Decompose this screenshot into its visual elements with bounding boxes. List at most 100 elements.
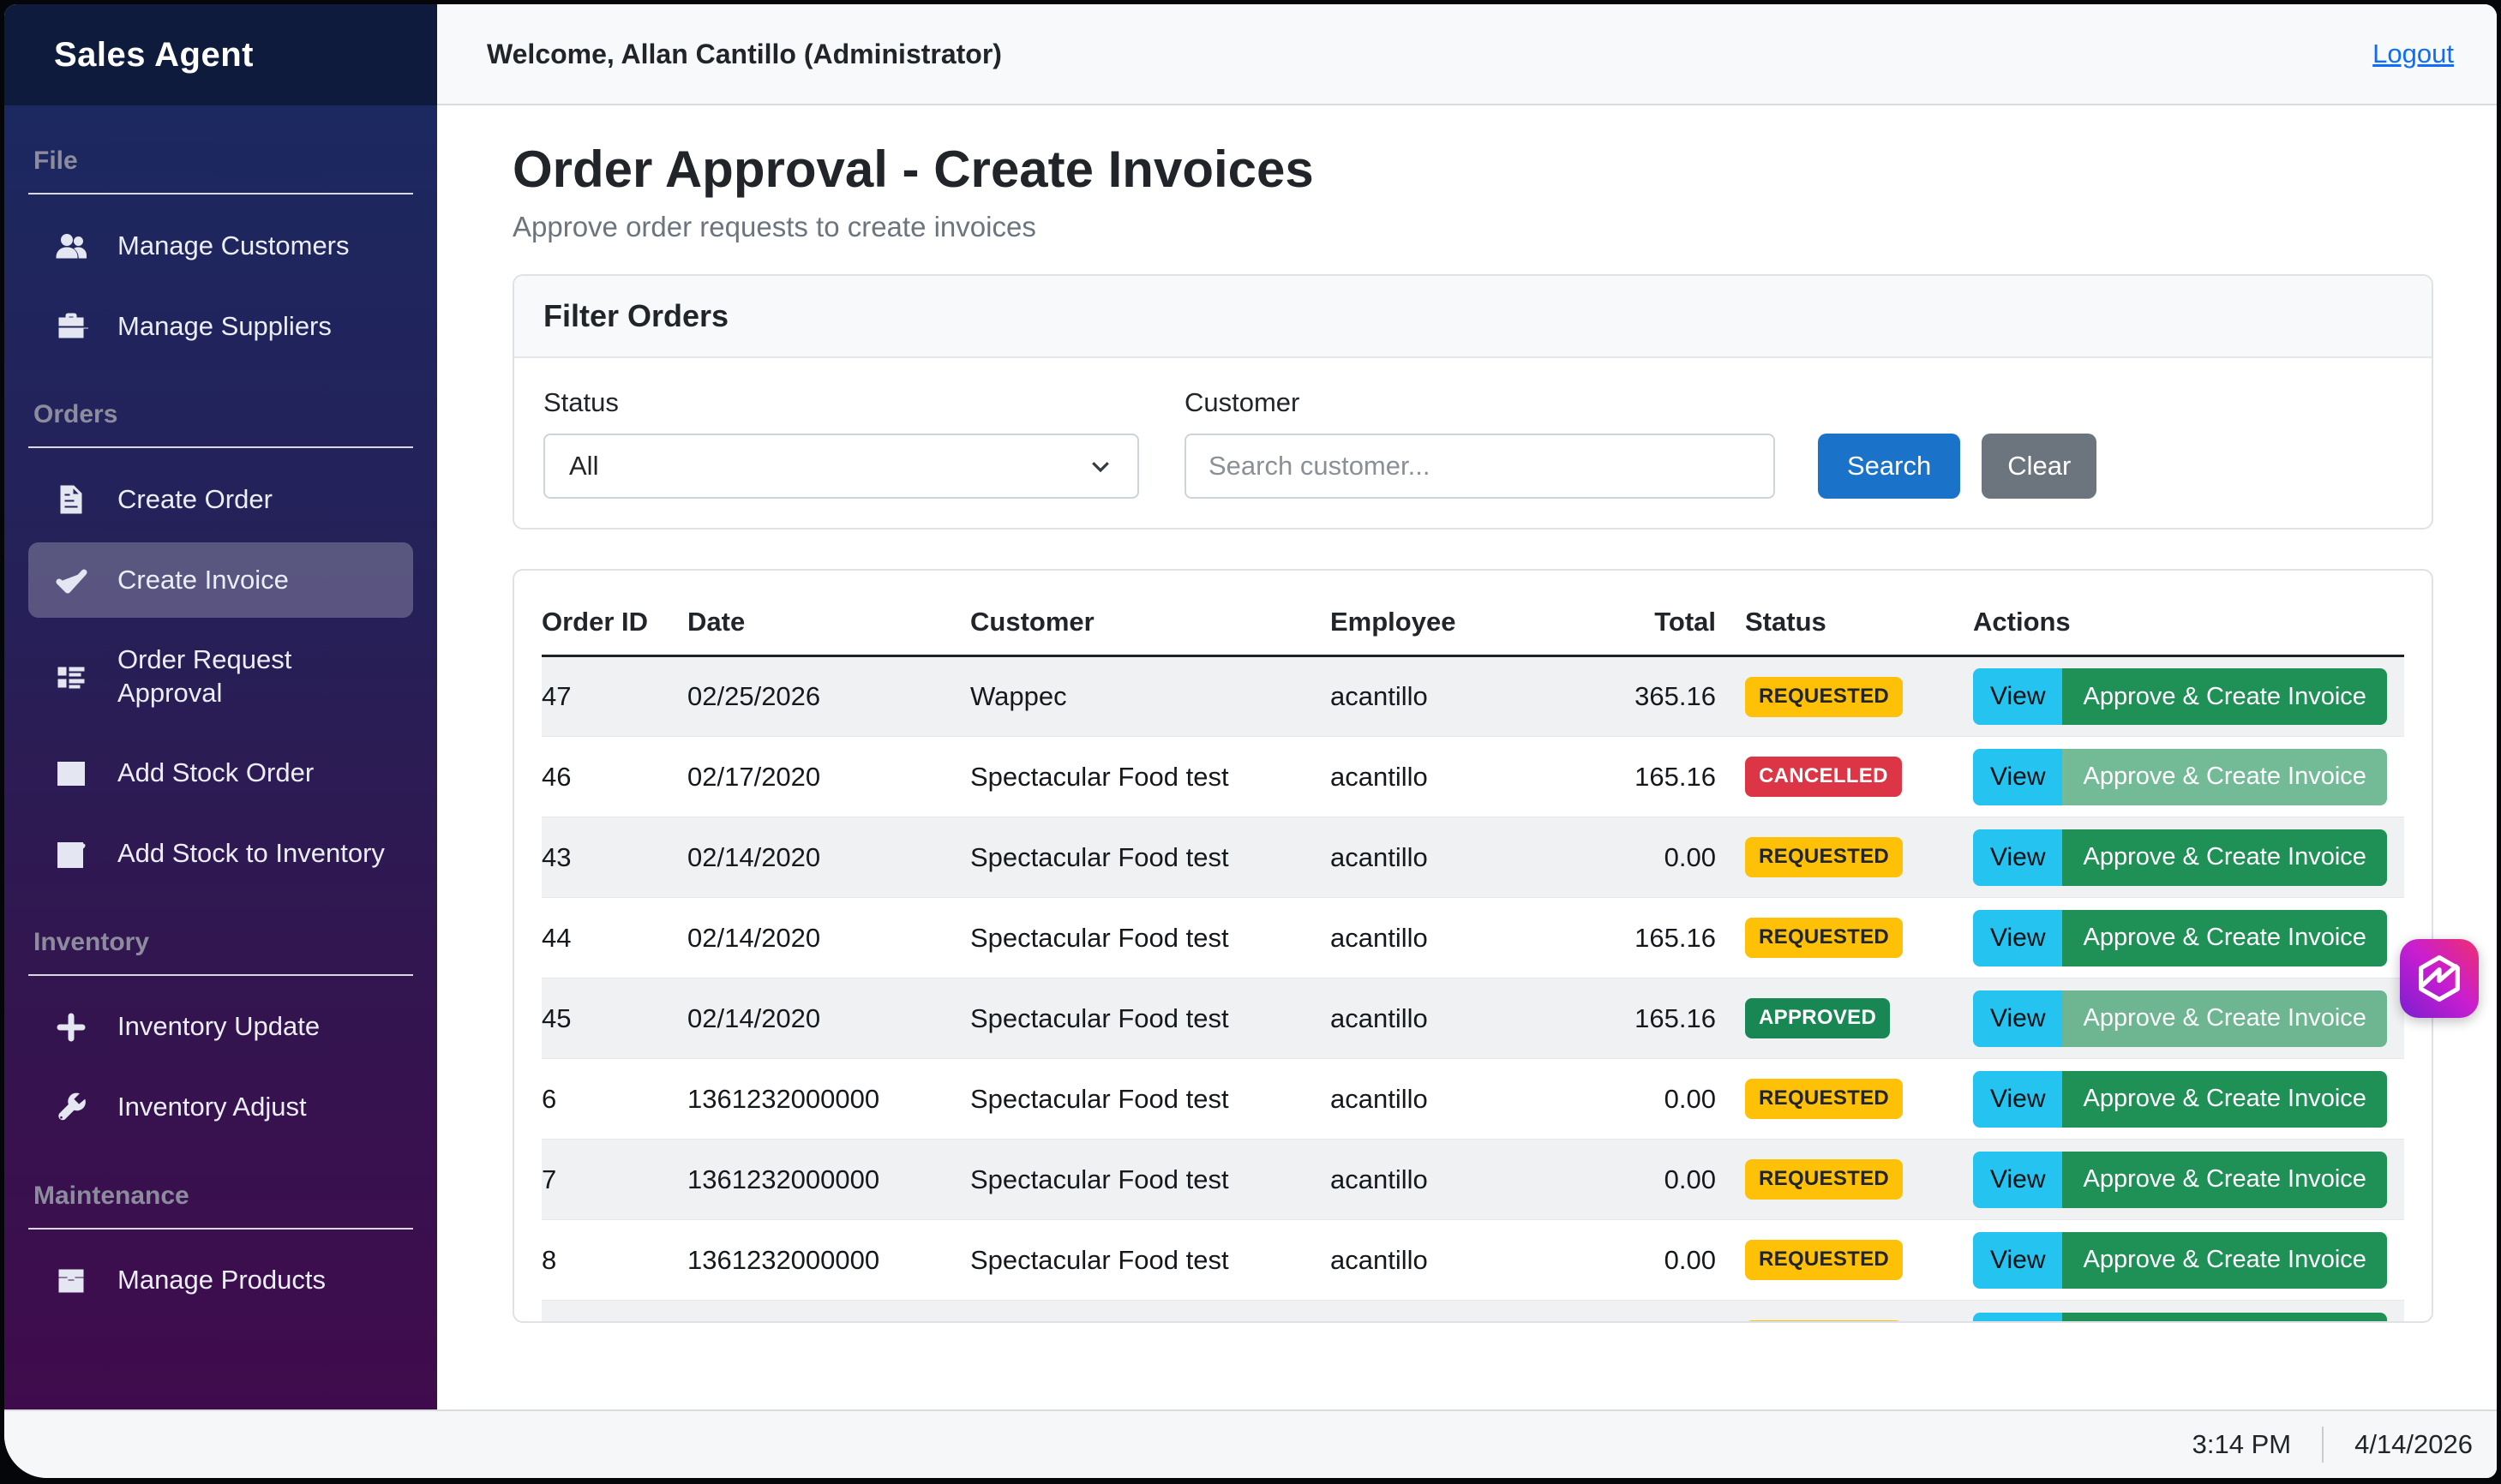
status-time: 3:14 PM [2192, 1429, 2291, 1460]
sidebar-item-create-order[interactable]: Create Order [28, 462, 413, 537]
status-badge: REQUESTED [1745, 1079, 1903, 1119]
cell-date: 02/14/2020 [687, 817, 970, 898]
sidebar-item-label: Manage Suppliers [117, 310, 332, 344]
cell-total [1613, 1301, 1716, 1324]
cell-customer: Spectacular Food test [970, 1220, 1330, 1301]
filter-orders-card: Filter Orders Status All Customer Search [513, 274, 2433, 530]
sidebar-section-label: Orders [28, 400, 413, 429]
view-button[interactable]: View [1973, 668, 2062, 725]
sidebar-item-add-stock-order[interactable]: Add Stock Order [28, 736, 413, 811]
sidebar-item-manage-products[interactable]: Manage Products [28, 1243, 413, 1319]
cell-employee: acantillo [1330, 1220, 1613, 1301]
sidebar-item-inventory-adjust[interactable]: Inventory Adjust [28, 1070, 413, 1146]
tray-icon [54, 757, 88, 791]
cell-order-id: 8 [542, 1220, 687, 1301]
approve-create-invoice-button[interactable]: Approve & Create Invoice [2062, 1232, 2386, 1289]
page-title: Order Approval - Create Invoices [513, 140, 2433, 199]
approve-create-invoice-button[interactable]: Approve & Create Invoice [2062, 1313, 2386, 1324]
approve-create-invoice-button[interactable]: Approve & Create Invoice [2062, 1152, 2386, 1208]
sidebar-section-label: Maintenance [28, 1182, 413, 1211]
cell-order-id: 47 [542, 656, 687, 737]
sidebar-item-label: Create Invoice [117, 564, 289, 597]
status-badge: REQUESTED [1745, 837, 1903, 877]
document-icon [54, 482, 88, 517]
status-badge: REQUESTED [1745, 1240, 1903, 1280]
sidebar-item-label: Inventory Update [117, 1010, 320, 1044]
sidebar-item-label: Add Stock to Inventory [117, 837, 385, 871]
view-button[interactable]: View [1973, 749, 2062, 805]
cell-date: 02/14/2020 [687, 898, 970, 978]
sidebar-section-inventory: Inventory Inventory Update Inventory Adj… [28, 928, 413, 1146]
chevron-down-icon [1088, 453, 1113, 479]
sidebar-item-order-request-approval[interactable]: Order Request Approval [28, 623, 413, 731]
cell-order-id: 43 [542, 817, 687, 898]
column-header-order-id: Order ID [542, 589, 687, 656]
status-select-value: All [569, 451, 598, 482]
sidebar-item-manage-customers[interactable]: Manage Customers [28, 208, 413, 284]
customer-field: Customer [1185, 387, 1818, 499]
cell-customer: Spectacular Food test [970, 898, 1330, 978]
top-header: Welcome, Allan Cantillo (Administrator) … [437, 4, 2497, 105]
approve-create-invoice-button[interactable]: Approve & Create Invoice [2062, 990, 2386, 1047]
column-header-customer: Customer [970, 589, 1330, 656]
cell-customer [970, 1301, 1330, 1324]
filter-card-title: Filter Orders [514, 276, 2432, 358]
logout-link[interactable]: Logout [2372, 39, 2454, 69]
cell-employee: acantillo [1330, 817, 1613, 898]
cell-actions: View Approve & Create Invoice [1973, 990, 2404, 1047]
clear-button[interactable]: Clear [1982, 434, 2096, 499]
table-row: 44 02/14/2020 Spectacular Food test acan… [542, 898, 2404, 978]
cell-actions: View Approve & Create Invoice [1973, 1232, 2404, 1289]
sidebar-item-create-invoice[interactable]: Create Invoice [28, 542, 413, 618]
sidebar-item-add-stock-to-inventory[interactable]: Add Stock to Inventory [28, 817, 413, 892]
view-button[interactable]: View [1973, 829, 2062, 886]
cell-total: 0.00 [1613, 1140, 1716, 1220]
approve-create-invoice-button[interactable]: Approve & Create Invoice [2062, 910, 2386, 966]
approve-create-invoice-button[interactable]: Approve & Create Invoice [2062, 668, 2386, 725]
status-select[interactable]: All [543, 434, 1139, 499]
cell-total: 165.16 [1613, 898, 1716, 978]
sidebar-divider [28, 1228, 413, 1230]
approve-create-invoice-button[interactable]: Approve & Create Invoice [2062, 829, 2386, 886]
sidebar-divider [28, 446, 413, 448]
table-row: 6 1361232000000 Spectacular Food test ac… [542, 1059, 2404, 1140]
cell-date: 02/17/2020 [687, 737, 970, 817]
cell-employee: acantillo [1330, 1140, 1613, 1220]
orders-table: Order IDDateCustomerEmployeeTotalStatusA… [542, 589, 2404, 1323]
approve-create-invoice-button[interactable]: Approve & Create Invoice [2062, 1071, 2386, 1128]
table-row: 46 02/17/2020 Spectacular Food test acan… [542, 737, 2404, 817]
cell-actions: View Approve & Create Invoice [1973, 829, 2404, 886]
view-button[interactable]: View [1973, 1071, 2062, 1128]
sidebar-item-inventory-update[interactable]: Inventory Update [28, 990, 413, 1065]
cell-customer: Spectacular Food test [970, 978, 1330, 1059]
view-button[interactable]: View [1973, 1313, 2062, 1324]
plus-icon [54, 1010, 88, 1044]
page-subtitle: Approve order requests to create invoice… [513, 211, 2433, 243]
floating-widget-button[interactable] [2400, 939, 2479, 1018]
table-row: 8 1361232000000 Spectacular Food test ac… [542, 1220, 2404, 1301]
approve-create-invoice-button[interactable]: Approve & Create Invoice [2062, 749, 2386, 805]
cell-actions: View Approve & Create Invoice [1973, 1071, 2404, 1128]
cell-actions: View Approve & Create Invoice [1973, 910, 2404, 966]
view-button[interactable]: View [1973, 990, 2062, 1047]
cell-customer: Spectacular Food test [970, 1059, 1330, 1140]
view-button[interactable]: View [1973, 1232, 2062, 1289]
cell-total: 0.00 [1613, 1059, 1716, 1140]
sidebar-item-manage-suppliers[interactable]: Manage Suppliers [28, 289, 413, 364]
search-button[interactable]: Search [1818, 434, 1960, 499]
cell-total: 0.00 [1613, 817, 1716, 898]
view-button[interactable]: View [1973, 1152, 2062, 1208]
welcome-text: Welcome, Allan Cantillo (Administrator) [487, 39, 1002, 70]
list-icon [54, 660, 88, 694]
cell-actions: View Approve & Create Invoice [1973, 749, 2404, 805]
view-button[interactable]: View [1973, 910, 2062, 966]
cell-order-id [542, 1301, 687, 1324]
cell-date: 1361232000000 [687, 1220, 970, 1301]
customer-search-input[interactable] [1185, 434, 1775, 499]
filter-card-body: Status All Customer Search Clear [514, 358, 2432, 528]
sidebar-section-label: Inventory [28, 928, 413, 957]
status-field: Status All [543, 387, 1185, 499]
cell-order-id: 44 [542, 898, 687, 978]
check-icon [54, 563, 88, 597]
cell-order-id: 6 [542, 1059, 687, 1140]
